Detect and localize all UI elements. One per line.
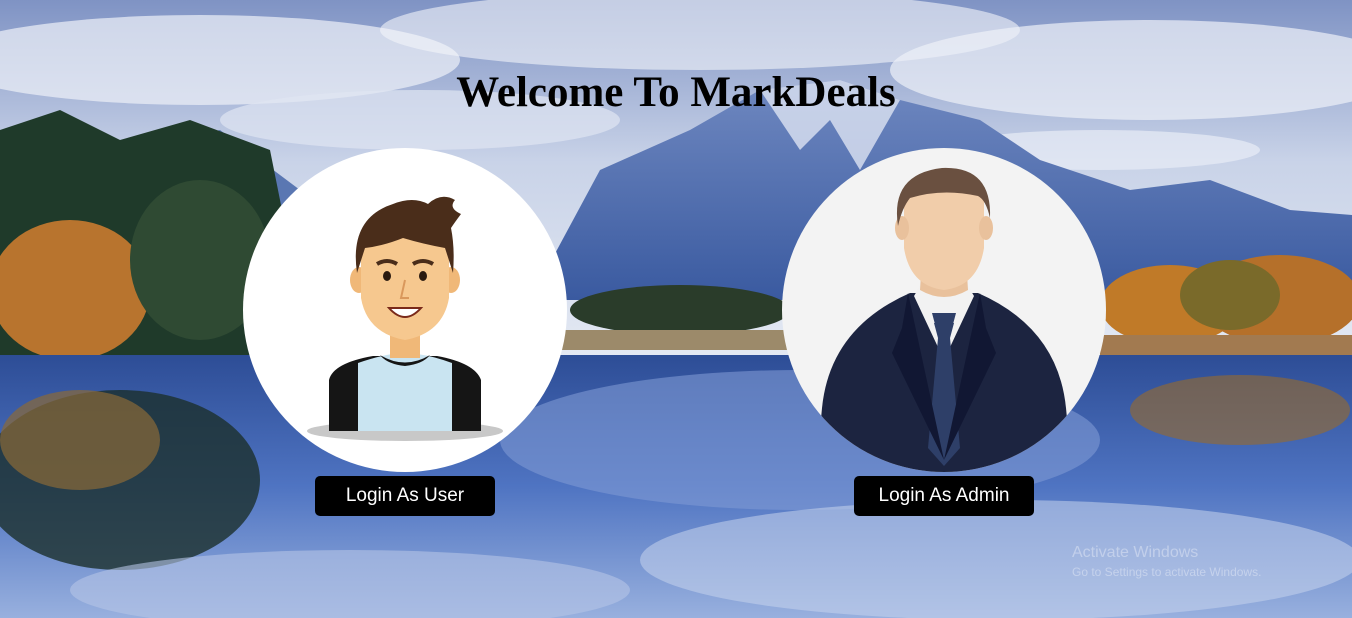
login-as-admin-button[interactable]: Login As Admin [854,476,1034,516]
activate-windows-watermark: Activate Windows Go to Settings to activ… [1072,544,1261,579]
watermark-subtitle: Go to Settings to activate Windows. [1072,565,1262,579]
page-title: Welcome To MarkDeals [456,69,896,116]
watermark-title: Activate Windows [1072,544,1199,561]
login-as-user-button[interactable]: Login As User [315,476,495,516]
cartoon-young-man-avatar-icon [307,196,503,441]
user-avatar[interactable] [243,148,567,472]
admin-avatar[interactable] [782,148,1106,472]
businessman-suit-avatar-icon [816,167,1072,472]
